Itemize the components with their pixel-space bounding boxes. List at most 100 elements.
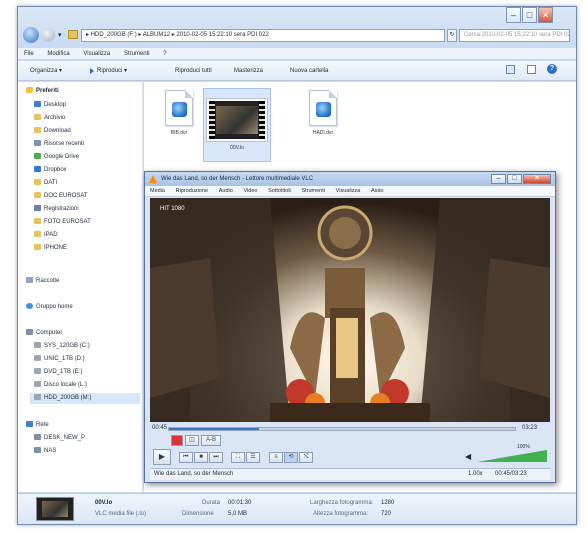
vlc-menu-playback[interactable]: Riproduzione xyxy=(176,188,208,194)
file-name: 00V.lo xyxy=(230,145,244,151)
forward-icon[interactable] xyxy=(41,28,55,42)
menu-tools[interactable]: Strumenti xyxy=(124,51,150,57)
details-dimensions-label: Dimensione xyxy=(182,511,214,517)
video-caption: HIT 1080 xyxy=(160,206,185,212)
previous-button[interactable]: ⏮ xyxy=(179,452,193,463)
vlc-title: Wie das Land, so der Mensch - Lettore mu… xyxy=(161,176,314,182)
media-file-icon xyxy=(165,90,193,126)
preview-pane-icon[interactable] xyxy=(527,65,536,74)
view-options-icon[interactable] xyxy=(506,65,515,74)
loop-button[interactable]: ⟲ xyxy=(284,452,298,463)
details-filename: 00V.lo xyxy=(95,500,113,506)
refresh-icon[interactable]: ↻ xyxy=(447,29,457,42)
loop-ab-button[interactable]: A-B xyxy=(201,435,221,446)
file-item[interactable]: HADI.dvr xyxy=(294,90,352,160)
file-item-selected[interactable]: 00V.lo xyxy=(203,88,271,162)
vlc-menu-subtitles[interactable]: Sottotitoli xyxy=(268,188,291,194)
playlist-button[interactable]: ≡ xyxy=(269,452,283,463)
stop-button[interactable]: ■ xyxy=(194,452,208,463)
snapshot-button[interactable]: ◫ xyxy=(185,435,199,446)
nav-item-registrazioni[interactable]: Registrazioni xyxy=(34,204,79,215)
status-time: 00:45/03:23 xyxy=(495,471,527,477)
desktop-icon xyxy=(34,101,41,108)
playback-speed[interactable]: 1.00x xyxy=(468,469,483,480)
maximize-button[interactable]: □ xyxy=(522,7,537,23)
seek-slider[interactable] xyxy=(168,427,516,431)
nav-homegroup[interactable]: Gruppo home xyxy=(26,302,73,313)
menu-help[interactable]: ? xyxy=(163,51,166,57)
nav-item-recent[interactable]: Risorse recenti xyxy=(34,139,84,150)
nav-item-archivio[interactable]: Archivio xyxy=(34,113,65,124)
help-icon[interactable]: ? xyxy=(547,64,557,74)
nav-favorites-header[interactable]: Preferiti xyxy=(26,86,59,97)
menu-bar: File Modifica Visualizza Strumenti ? xyxy=(18,48,576,60)
nav-item-iphone[interactable]: IPHONE xyxy=(34,243,67,254)
nav-drive-e[interactable]: DVD_1TB (E:) xyxy=(34,367,82,378)
play-all-button[interactable]: Riproduci tutti xyxy=(175,65,212,77)
vlc-menu-video[interactable]: Video xyxy=(244,188,258,194)
new-folder-button[interactable]: Nuova cartella xyxy=(290,65,328,77)
menu-view[interactable]: Visualizza xyxy=(83,51,110,57)
nav-item-desktop[interactable]: Desktop xyxy=(34,100,66,111)
nav-computer[interactable]: Computer xyxy=(26,328,62,339)
vlc-menu-help[interactable]: Aiuto xyxy=(371,188,384,194)
search-input[interactable]: Cerca 2010-02-05 15:22:10 sera PDI 022 xyxy=(459,29,570,42)
recent-pages-icon[interactable]: ▾ xyxy=(58,31,62,39)
play-button[interactable]: ▶ xyxy=(153,449,171,465)
computer-icon xyxy=(34,447,41,454)
computer-icon xyxy=(34,434,41,441)
vlc-menu-tools[interactable]: Strumenti xyxy=(301,188,325,194)
minimize-button[interactable]: – xyxy=(506,7,521,23)
play-icon xyxy=(90,68,94,74)
nav-item-foto-eurosat[interactable]: FOTO EUROSAT xyxy=(34,217,91,228)
menu-edit[interactable]: Modifica xyxy=(47,51,69,57)
vlc-menu-view[interactable]: Visualizza xyxy=(336,188,361,194)
media-file-icon xyxy=(309,90,337,126)
dropbox-icon xyxy=(34,166,41,173)
folder-icon xyxy=(34,179,41,186)
nav-item-ipad[interactable]: IPAD xyxy=(34,230,58,241)
back-icon[interactable] xyxy=(23,27,39,43)
vlc-maximize-button[interactable]: □ xyxy=(507,174,522,184)
google-drive-icon xyxy=(34,153,41,160)
nav-item-download[interactable]: Download xyxy=(34,126,71,137)
burn-button[interactable]: Masterizza xyxy=(234,65,263,77)
volume-slider[interactable] xyxy=(477,450,547,462)
nav-drive-c[interactable]: SYS_120GB (C:) xyxy=(34,341,90,352)
extended-settings-button[interactable]: ☰ xyxy=(246,452,260,463)
close-button[interactable]: ✕ xyxy=(538,7,553,23)
nav-libraries[interactable]: Raccolte xyxy=(26,276,59,287)
vlc-minimize-button[interactable]: – xyxy=(491,174,506,184)
vlc-menu-media[interactable]: Media xyxy=(150,188,165,194)
homegroup-icon xyxy=(26,303,33,310)
nav-item-doc-eurosat[interactable]: DOC EUROSAT xyxy=(34,191,88,202)
vlc-cone-icon xyxy=(149,175,157,183)
nav-network[interactable]: Rete xyxy=(26,420,49,431)
shuffle-button[interactable]: ⤭ xyxy=(299,452,313,463)
network-icon xyxy=(26,421,33,428)
file-name: BIB.dvr xyxy=(170,130,188,136)
nav-drive-m[interactable]: HDD_200GB (M:) xyxy=(30,393,140,404)
record-button[interactable] xyxy=(171,435,183,446)
vlc-status-bar: Wie das Land, so der Mensch 1.00x 00:45/… xyxy=(150,468,550,480)
details-frameheight: 720 xyxy=(381,511,392,517)
nav-drive-d[interactable]: UNIC_1TB (D:) xyxy=(34,354,85,365)
next-button[interactable]: ⏭ xyxy=(209,452,223,463)
seek-row: 00:45 03:23 xyxy=(150,424,550,434)
nav-item-google-drive[interactable]: Google Drive xyxy=(34,152,79,163)
nav-item-dati[interactable]: DATI xyxy=(34,178,57,189)
organize-button[interactable]: Organizza ▾ xyxy=(30,65,62,77)
menu-file[interactable]: File xyxy=(24,51,34,57)
nav-network-nas[interactable]: NAS xyxy=(34,446,56,457)
fullscreen-button[interactable]: ⛶ xyxy=(231,452,245,463)
file-item[interactable]: BIB.dvr xyxy=(150,90,208,160)
speaker-icon[interactable]: ◀ xyxy=(465,452,471,461)
nav-drive-l[interactable]: Disco locale (L:) xyxy=(34,380,87,391)
address-bar[interactable]: ▸ HDD_200GB (F:) ▸ ALBUM12 ▸ 2010-02-05 … xyxy=(81,29,445,42)
play-button[interactable]: Riproduci ▾ xyxy=(97,65,127,77)
nav-network-desk[interactable]: DESK_NEW_P xyxy=(34,433,85,444)
video-frame[interactable]: HIT 1080 xyxy=(150,198,550,422)
nav-item-dropbox[interactable]: Dropbox xyxy=(34,165,67,176)
vlc-menu-audio[interactable]: Audio xyxy=(219,188,233,194)
vlc-close-button[interactable]: ✕ xyxy=(523,174,551,184)
